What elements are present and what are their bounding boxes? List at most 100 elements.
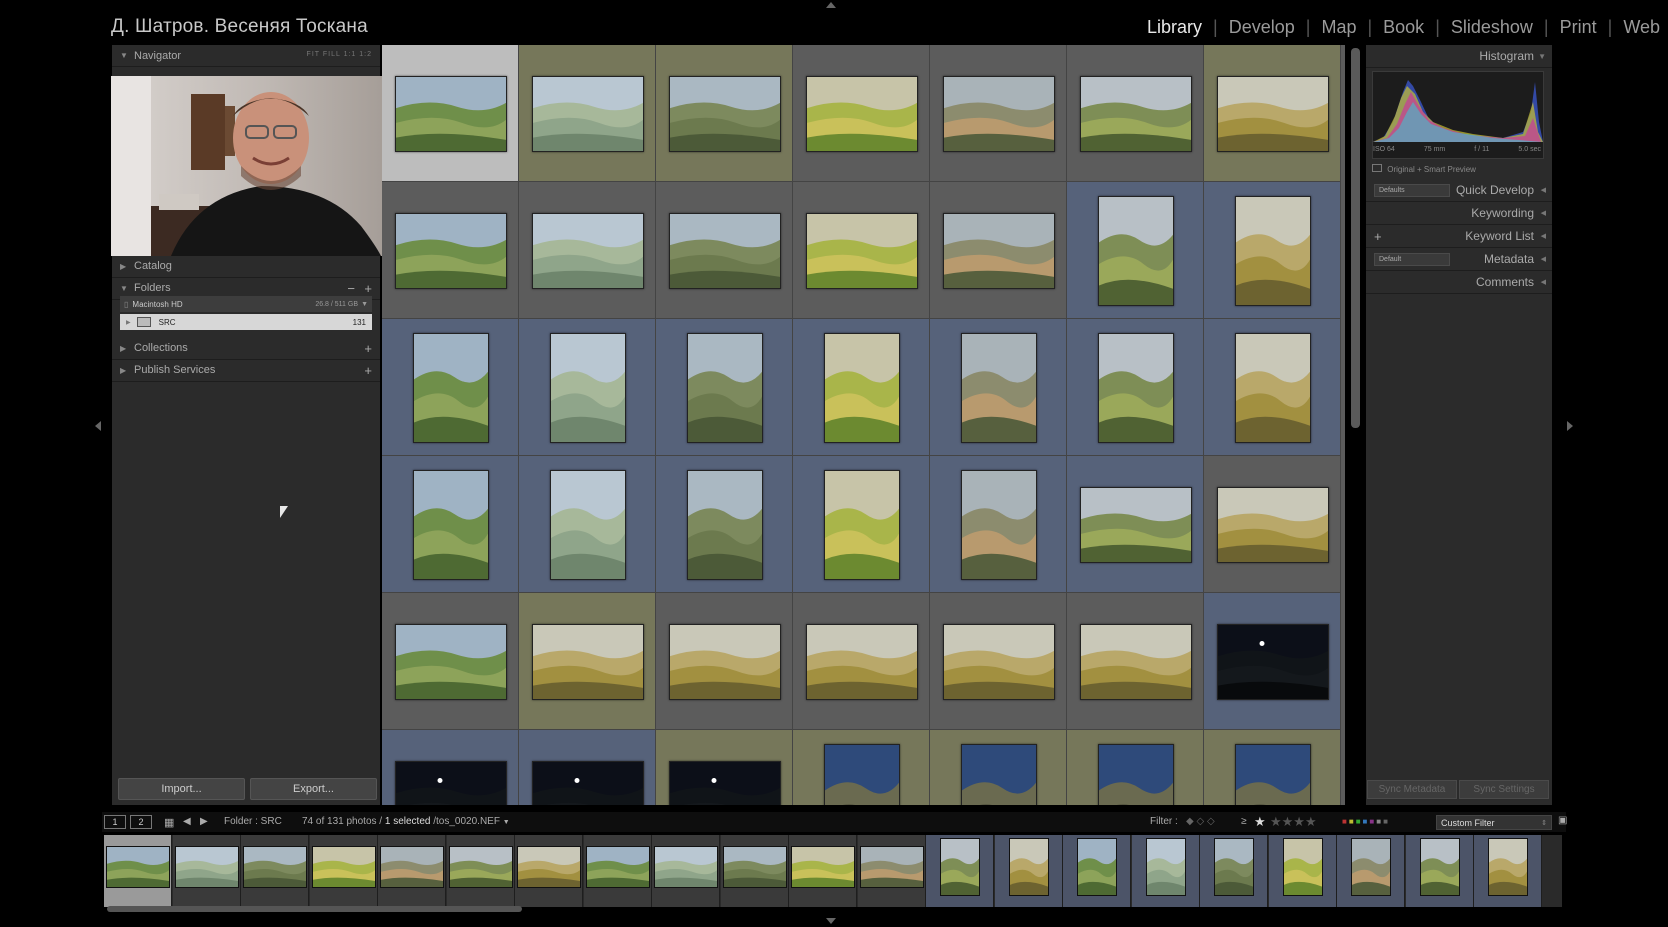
filter-lock-icon[interactable]: ▣ bbox=[1558, 815, 1567, 826]
thumbnail[interactable] bbox=[805, 212, 918, 289]
thumbnail[interactable] bbox=[412, 332, 489, 443]
thumbnail[interactable] bbox=[960, 469, 1037, 580]
thumbnail-cell[interactable] bbox=[519, 182, 656, 319]
module-library[interactable]: Library bbox=[1147, 17, 1202, 38]
filmstrip-thumbnail[interactable] bbox=[243, 846, 307, 888]
thumbnail[interactable] bbox=[686, 332, 763, 443]
filmstrip-thumbnail[interactable] bbox=[859, 846, 924, 888]
expand-left-icon[interactable]: ◀ bbox=[1541, 255, 1546, 263]
filmstrip-cell[interactable] bbox=[1474, 835, 1542, 907]
filmstrip-cell[interactable] bbox=[1268, 835, 1337, 907]
thumbnail[interactable] bbox=[823, 469, 900, 580]
thumbnail[interactable] bbox=[686, 469, 763, 580]
filmstrip-cell[interactable] bbox=[1405, 835, 1474, 907]
export-button[interactable]: Export... bbox=[250, 778, 377, 800]
filmstrip-thumbnail[interactable] bbox=[585, 846, 650, 888]
thumbnail-cell[interactable] bbox=[793, 182, 930, 319]
thumbnail-cell[interactable] bbox=[930, 45, 1067, 182]
filmstrip-cell[interactable] bbox=[309, 835, 378, 907]
import-button[interactable]: Import... bbox=[118, 778, 245, 800]
thumbnail[interactable] bbox=[668, 75, 781, 152]
thumbnail[interactable] bbox=[549, 332, 626, 443]
add-keyword-icon[interactable]: + bbox=[1374, 229, 1382, 244]
thumbnail[interactable] bbox=[531, 75, 644, 152]
rating-stars-empty[interactable]: ★★★★ bbox=[1270, 814, 1317, 830]
chevron-down-icon[interactable]: ▼ bbox=[503, 819, 510, 826]
source-label[interactable]: Folder : SRC bbox=[224, 816, 282, 827]
publish-services-header[interactable]: ▶ Publish Services + bbox=[112, 359, 380, 382]
histogram-header[interactable]: Histogram ▼ bbox=[1366, 45, 1552, 68]
thumbnail[interactable] bbox=[549, 469, 626, 580]
thumbnail-cell[interactable] bbox=[656, 45, 793, 182]
second-window-button[interactable]: 2 bbox=[130, 815, 152, 829]
add-publish-service-icon[interactable]: + bbox=[364, 363, 372, 378]
volume-row[interactable]: ▯ Macintosh HD 26.8 / 511 GB ▼ bbox=[120, 296, 372, 312]
thumbnail[interactable] bbox=[531, 212, 644, 289]
thumbnail-cell[interactable] bbox=[656, 730, 793, 805]
thumbnail-cell[interactable] bbox=[930, 593, 1067, 730]
filmstrip-thumbnail[interactable] bbox=[1008, 838, 1049, 896]
right-panel-toggle-icon[interactable] bbox=[1567, 421, 1573, 431]
filmstrip-thumbnail[interactable] bbox=[311, 846, 376, 888]
thumbnail-cell[interactable] bbox=[519, 730, 656, 805]
thumbnail-cell[interactable] bbox=[1204, 456, 1341, 593]
thumbnail-cell[interactable] bbox=[519, 319, 656, 456]
filmstrip-cell[interactable] bbox=[378, 835, 446, 907]
back-arrow-icon[interactable]: ◀ bbox=[183, 816, 191, 827]
thumbnail-cell[interactable] bbox=[930, 182, 1067, 319]
thumbnail[interactable] bbox=[1097, 332, 1174, 443]
filmstrip-cell[interactable] bbox=[1337, 835, 1405, 907]
rating-operator[interactable]: ≥ bbox=[1241, 816, 1247, 827]
zoom-fill[interactable]: FILL bbox=[323, 51, 341, 58]
thumbnail-cell[interactable] bbox=[1067, 182, 1204, 319]
thumbnail-cell[interactable] bbox=[382, 182, 519, 319]
thumbnail[interactable] bbox=[668, 760, 781, 805]
filmstrip-cell[interactable] bbox=[994, 835, 1063, 907]
thumbnail[interactable] bbox=[1097, 195, 1174, 306]
thumbnail-cell[interactable] bbox=[793, 456, 930, 593]
filmstrip-cell[interactable] bbox=[515, 835, 583, 907]
thumbnail-cell[interactable] bbox=[1204, 319, 1341, 456]
thumbnail[interactable] bbox=[1097, 743, 1174, 805]
color-label-filters[interactable]: ■■■■■■■ bbox=[1342, 817, 1390, 826]
thumbnail-cell[interactable] bbox=[1067, 319, 1204, 456]
thumbnail[interactable] bbox=[805, 75, 918, 152]
custom-filter-select[interactable]: Custom Filter ⇕ bbox=[1436, 815, 1552, 830]
thumbnail[interactable] bbox=[1216, 75, 1329, 152]
filmstrip-cell[interactable] bbox=[446, 835, 515, 907]
zoom-1-1[interactable]: 1:1 bbox=[344, 51, 357, 58]
module-develop[interactable]: Develop bbox=[1229, 17, 1295, 38]
navigator-zoom-options[interactable]: FIT FILL 1:1 1:2 bbox=[307, 51, 372, 58]
thumbnail-cell-selected[interactable] bbox=[382, 45, 519, 182]
filmstrip-cell-selected[interactable] bbox=[104, 835, 172, 907]
filmstrip-thumbnail[interactable] bbox=[1351, 838, 1391, 896]
comments-header[interactable]: Comments ◀ bbox=[1366, 271, 1552, 294]
thumbnail-cell[interactable] bbox=[793, 319, 930, 456]
quick-develop-header[interactable]: Defaults Quick Develop ◀ bbox=[1366, 179, 1552, 202]
metadata-header[interactable]: Default Metadata ◀ bbox=[1366, 248, 1552, 271]
thumbnail-cell[interactable] bbox=[930, 730, 1067, 805]
keyword-list-header[interactable]: + Keyword List ◀ bbox=[1366, 225, 1552, 248]
thumbnail[interactable] bbox=[1079, 623, 1192, 700]
filmstrip-thumbnail[interactable] bbox=[106, 846, 170, 888]
thumbnail-cell[interactable] bbox=[1204, 45, 1341, 182]
module-map[interactable]: Map bbox=[1321, 17, 1356, 38]
filmstrip-cell[interactable] bbox=[241, 835, 309, 907]
thumbnail-cell[interactable] bbox=[1204, 730, 1341, 805]
thumbnail-cell[interactable] bbox=[519, 593, 656, 730]
module-print[interactable]: Print bbox=[1560, 17, 1597, 38]
thumbnail[interactable] bbox=[1234, 195, 1311, 306]
thumbnail-cell[interactable] bbox=[1204, 182, 1341, 319]
star-icon[interactable]: ★ bbox=[1254, 814, 1266, 830]
filmstrip-cell[interactable] bbox=[583, 835, 652, 907]
filmstrip-cell[interactable] bbox=[172, 835, 241, 907]
thumbnail-cell[interactable] bbox=[793, 45, 930, 182]
thumbnail[interactable] bbox=[823, 743, 900, 805]
filmstrip-thumbnail[interactable] bbox=[1214, 838, 1254, 896]
thumbnail-cell[interactable] bbox=[382, 319, 519, 456]
thumbnail-cell[interactable] bbox=[519, 45, 656, 182]
filmstrip-thumbnail[interactable] bbox=[380, 846, 444, 888]
thumbnail[interactable] bbox=[668, 623, 781, 700]
expand-right-icon[interactable]: ▶ bbox=[126, 319, 131, 326]
thumbnail-cell[interactable] bbox=[382, 593, 519, 730]
